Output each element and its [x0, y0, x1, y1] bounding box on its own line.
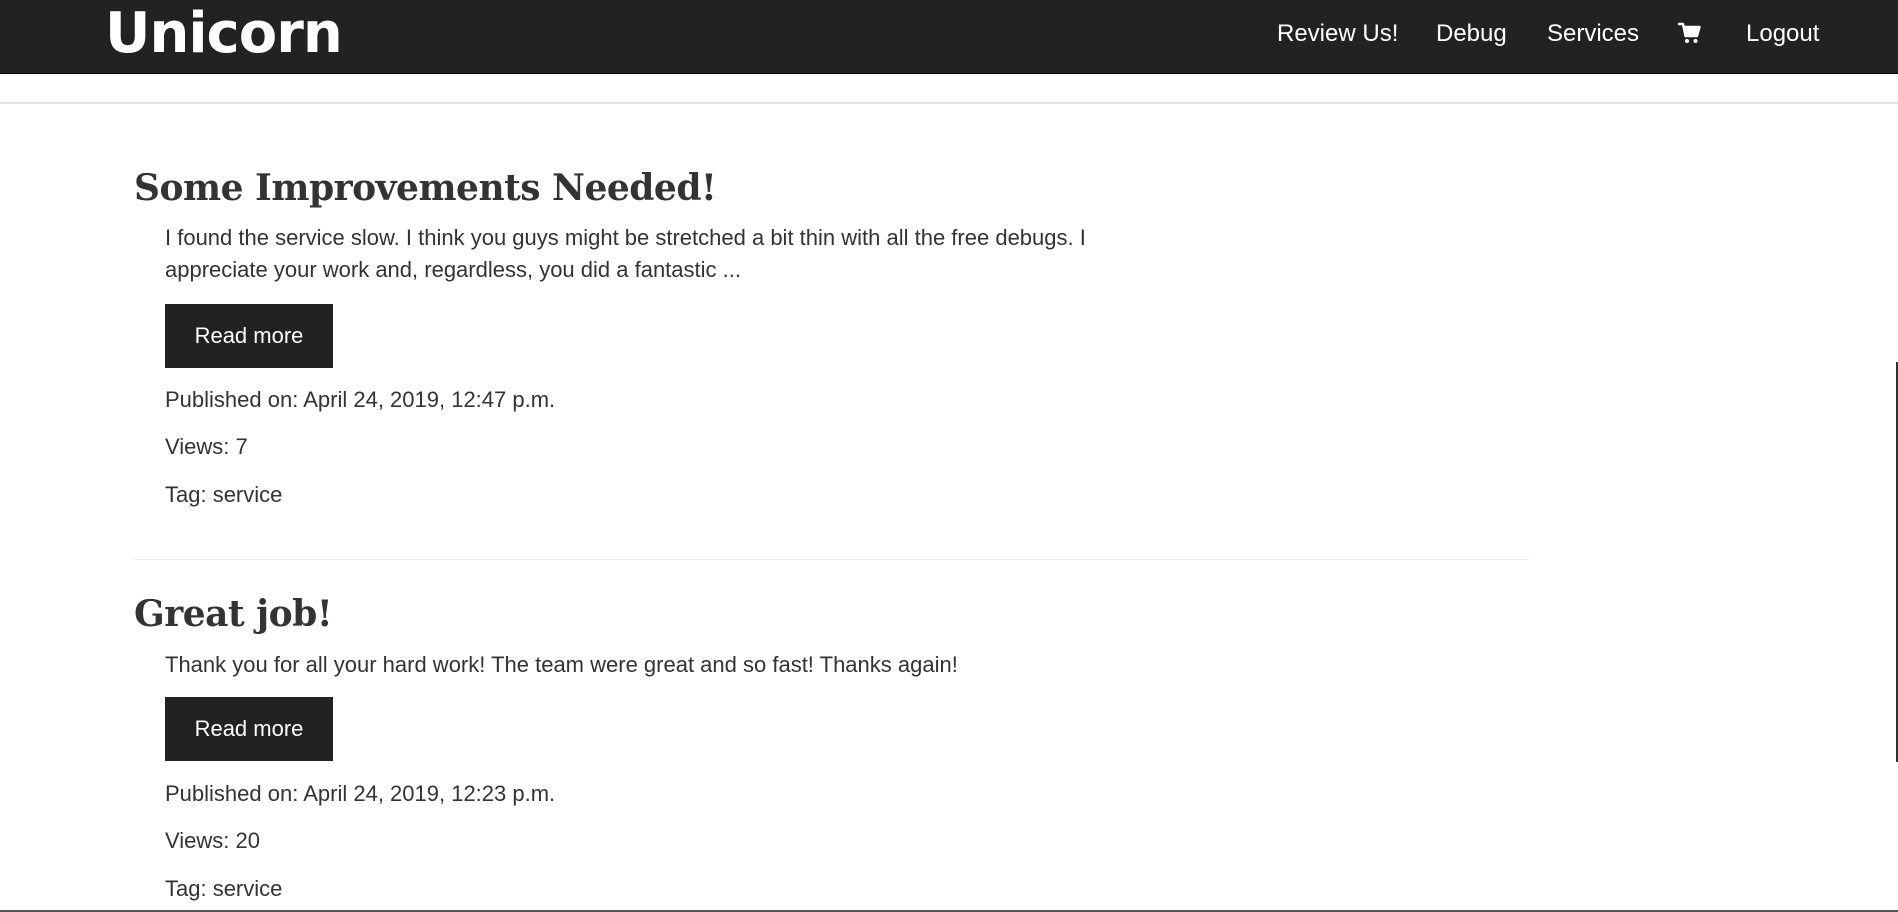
review-tag: Tag: service [165, 482, 283, 507]
published-date: Published on: April 24, 2019, 12:23 p.m. [165, 781, 556, 806]
review-title: Great job! [134, 593, 333, 635]
nav-review-us[interactable]: Review Us! [1277, 20, 1398, 48]
views-count: Views: 20 [165, 828, 260, 853]
nav-services[interactable]: Services [1547, 20, 1639, 48]
review-divider [134, 559, 1529, 560]
read-more-button[interactable]: Read more [165, 697, 333, 761]
review-excerpt: Thank you for all your hard work! The te… [165, 652, 958, 677]
top-navbar: Unicorn Review Us! Debug Services Logout [0, 0, 1898, 74]
review-excerpt: I found the service slow. I think you gu… [165, 225, 1086, 282]
review-tag: Tag: service [165, 876, 283, 901]
brand-logo[interactable]: Unicorn [105, 2, 343, 66]
cart-icon[interactable] [1677, 21, 1702, 45]
header-divider [0, 102, 1898, 104]
nav-logout[interactable]: Logout [1746, 20, 1819, 48]
review-title: Some Improvements Needed! [134, 167, 717, 209]
read-more-button[interactable]: Read more [165, 304, 333, 368]
views-count: Views: 7 [165, 434, 248, 459]
cart-icon-graphic [1677, 22, 1701, 43]
published-date: Published on: April 24, 2019, 12:47 p.m. [165, 387, 556, 412]
nav-debug[interactable]: Debug [1436, 20, 1507, 48]
